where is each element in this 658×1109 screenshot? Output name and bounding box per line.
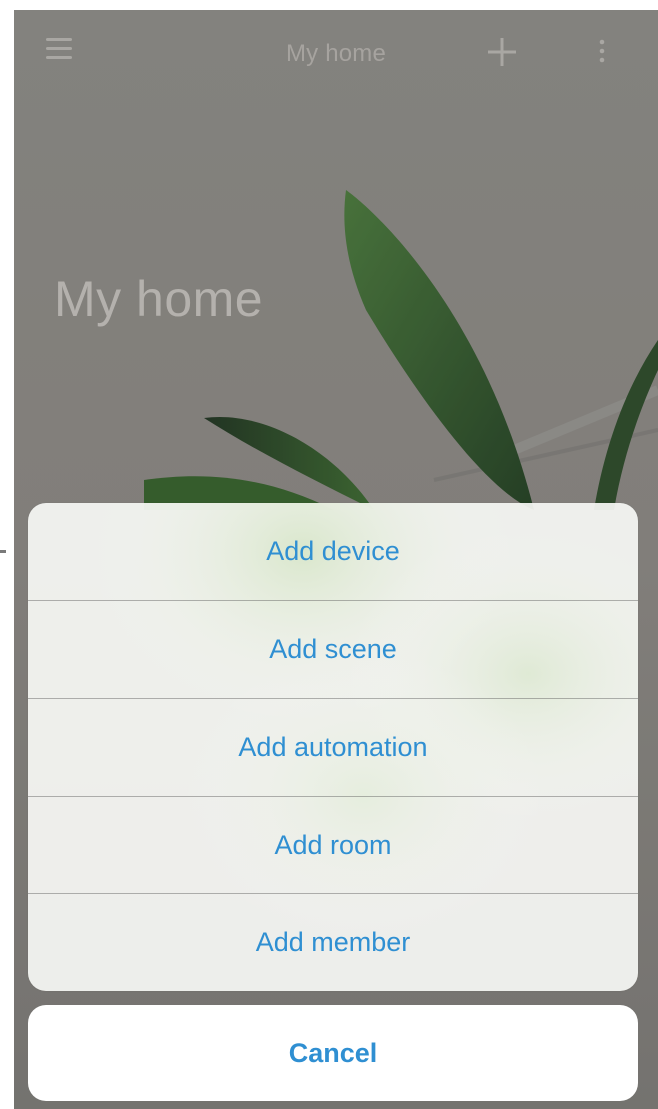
topbar-title: My home <box>285 40 387 67</box>
add-room-button[interactable]: Add room <box>28 797 638 894</box>
add-device-button[interactable]: Add device <box>28 503 638 600</box>
top-bar: My home <box>14 10 658 90</box>
cancel-button[interactable]: Cancel <box>28 1005 638 1101</box>
action-sheet: Add device Add scene Add automation Add … <box>28 503 638 991</box>
page-title: My home <box>54 271 264 327</box>
edge-mark <box>0 550 6 553</box>
add-automation-button[interactable]: Add automation <box>28 699 638 796</box>
app-window: My home My home Add device Add scene Add… <box>14 10 658 1109</box>
vertical-ellipsis-icon[interactable] <box>590 34 614 70</box>
add-scene-button[interactable]: Add scene <box>28 601 638 698</box>
plus-icon[interactable] <box>482 32 522 72</box>
add-member-button[interactable]: Add member <box>28 894 638 991</box>
screen: My home My home Add device Add scene Add… <box>0 0 658 1109</box>
